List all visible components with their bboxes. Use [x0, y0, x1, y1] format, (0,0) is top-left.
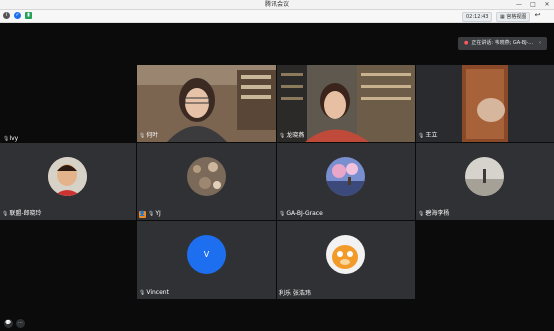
participant-name: 🎙GA-BJ-Grace: [279, 210, 323, 217]
participant-name: 🎙王立: [418, 132, 438, 139]
video-tile-bihailiyang[interactable]: 🎙碧海李杨: [416, 143, 554, 220]
mic-icon: 🎙: [148, 211, 155, 217]
signal-icon[interactable]: ▮: [25, 12, 32, 19]
video-tile-vincent[interactable]: V 🎙Vincent: [137, 221, 276, 299]
mic-icon: 🎙: [418, 211, 425, 217]
mic-icon: 🎙: [418, 133, 425, 139]
maximize-button[interactable]: □: [526, 0, 540, 9]
chat-icon[interactable]: 💬: [4, 319, 13, 328]
mic-icon: 🎙: [139, 290, 146, 296]
mic-icon: 🎙: [139, 133, 146, 139]
view-label: 宫格视图: [506, 14, 527, 20]
video-tile-wangli[interactable]: 🎙王立: [416, 65, 554, 142]
chevron-left-icon[interactable]: ‹: [539, 40, 541, 46]
close-button[interactable]: ✕: [540, 0, 554, 9]
mic-icon: 🎙: [279, 211, 286, 217]
participant-name-ivy: 🎙Ivy: [3, 135, 19, 142]
more-icon[interactable]: ⋯: [16, 319, 25, 328]
mic-icon: ●: [464, 40, 469, 46]
collapse-icon[interactable]: ↩: [533, 11, 542, 20]
speaking-text: 正在讲话: 韦晓燕; GA-BJ-...: [471, 40, 534, 46]
participant-name: 🎙Vincent: [139, 289, 169, 296]
avatar: [465, 157, 504, 196]
participant-name: 🎙龙晓燕: [279, 132, 305, 139]
title-bar: 腾讯会议 — □ ✕: [0, 0, 554, 10]
minimize-button[interactable]: —: [512, 0, 526, 9]
participant-name: 🎙碧海李杨: [418, 210, 450, 217]
participant-name: 利乐 张浩玮: [279, 290, 311, 297]
view-switch-button[interactable]: ▦ 宫格视图: [496, 12, 531, 22]
shield-icon[interactable]: ✓: [14, 12, 21, 19]
video-tile-zhanghaowei[interactable]: 利乐 张浩玮: [277, 221, 415, 299]
avatar: [48, 157, 87, 196]
participant-name: 🎙联盟-郎晓玲: [2, 210, 42, 217]
video-tile-langxiaoling[interactable]: 🎙联盟-郎晓玲: [0, 143, 136, 220]
window-title: 腾讯会议: [264, 1, 289, 8]
video-feed: [277, 65, 415, 142]
avatar-initial: V: [187, 235, 226, 274]
video-tile-grace[interactable]: 🎙GA-BJ-Grace: [277, 143, 415, 220]
video-tile-longxiaoyan[interactable]: 🎙龙晓燕: [277, 65, 415, 142]
avatar: [187, 157, 226, 196]
mic-icon: 🎙: [2, 211, 9, 217]
mic-icon: 🎙: [279, 133, 286, 139]
avatar: [326, 157, 365, 196]
video-tile-heye[interactable]: 🎙何叶: [137, 65, 276, 142]
grid-icon: ▦: [500, 14, 505, 20]
participant-name: 👤 🎙YJ: [139, 210, 161, 218]
info-icon[interactable]: i: [3, 12, 10, 19]
speaking-indicator: ● 正在讲话: 韦晓燕; GA-BJ-... ‹: [458, 37, 548, 50]
meeting-toolbar: i ✓ ▮ 02:12:43 ▦ 宫格视图 ↩: [0, 10, 554, 23]
participant-name: 🎙何叶: [139, 132, 159, 139]
avatar: [326, 235, 365, 274]
meeting-timer: 02:12:43: [462, 12, 493, 22]
video-tile-yj[interactable]: 👤 🎙YJ: [137, 143, 276, 220]
video-feed: [416, 65, 554, 142]
host-icon: 👤: [139, 211, 146, 218]
video-feed: [137, 65, 276, 142]
